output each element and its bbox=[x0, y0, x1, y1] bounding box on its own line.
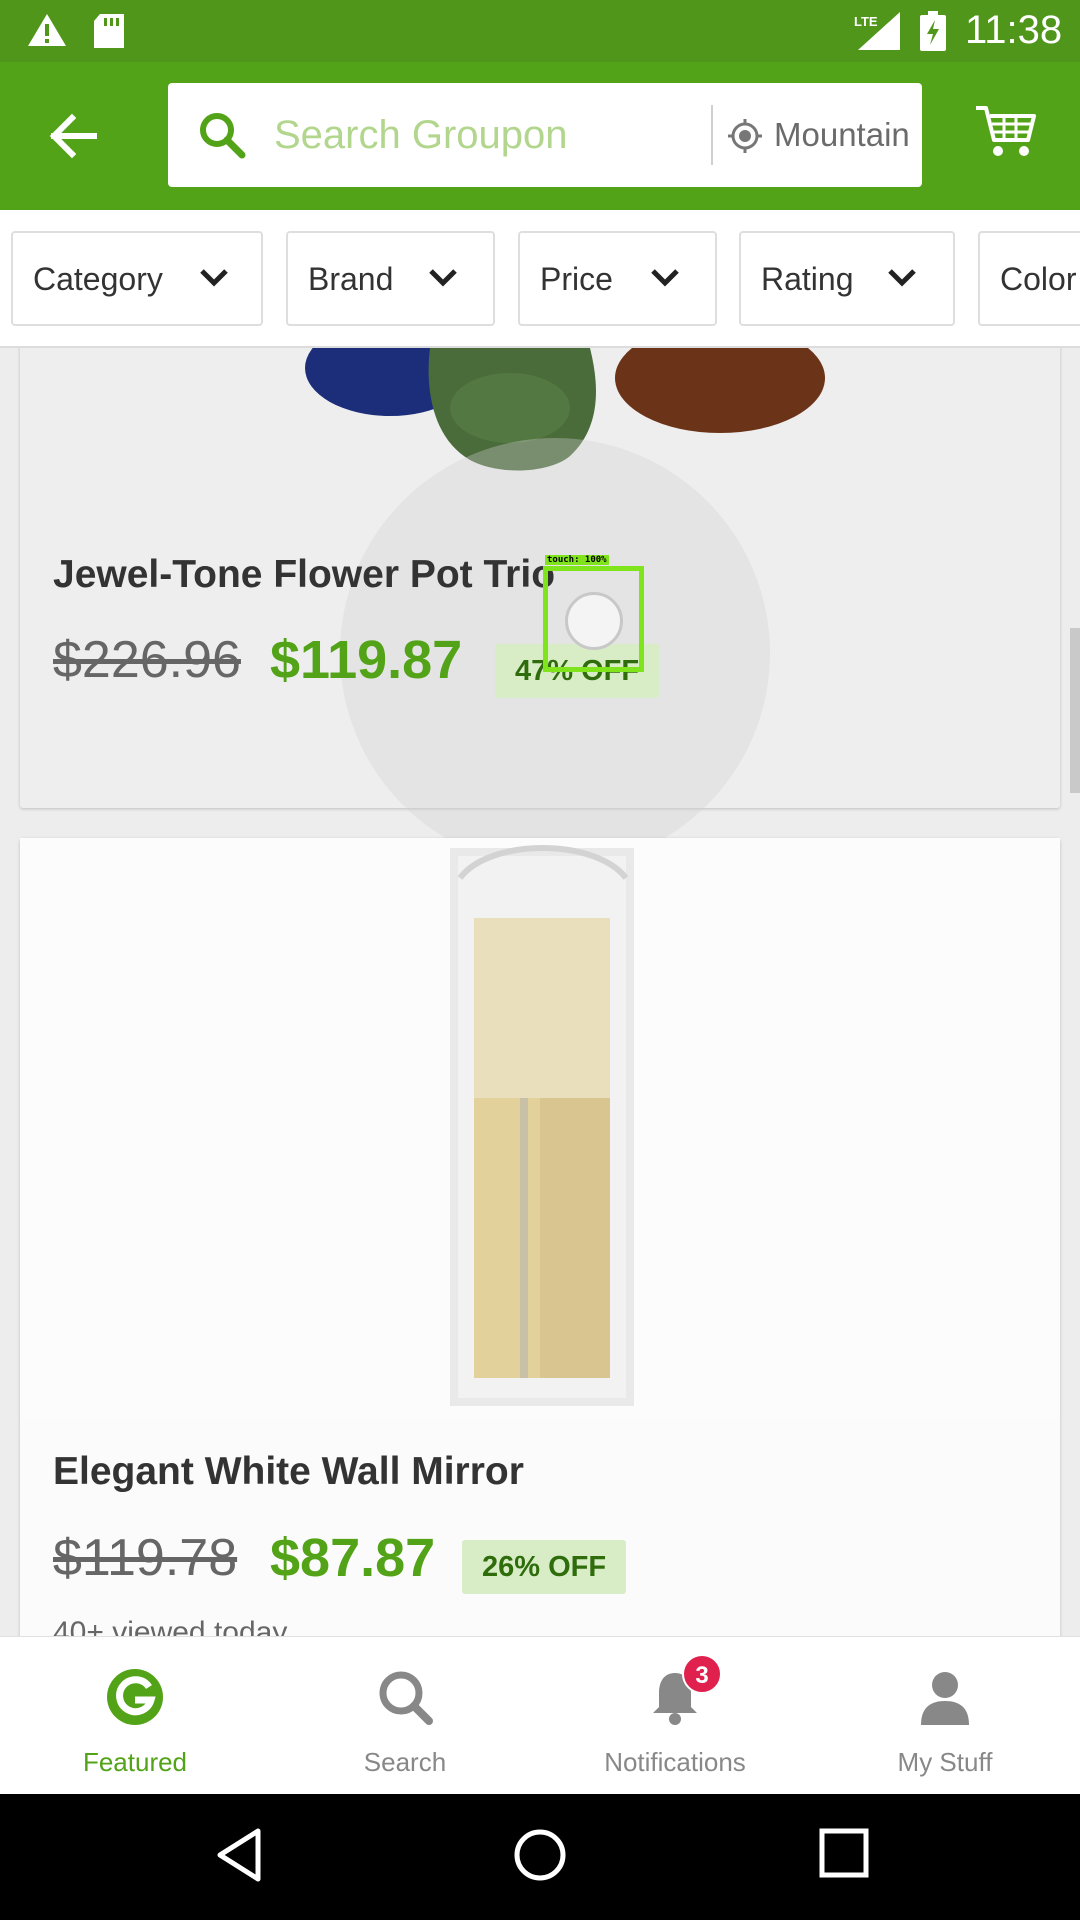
warning-icon bbox=[28, 14, 66, 46]
deal-title: Jewel-Tone Flower Pot Trio bbox=[53, 553, 556, 596]
bottom-nav: Featured Search Notifications My Stuff bbox=[0, 1636, 1080, 1794]
groupon-g-icon bbox=[107, 1669, 163, 1725]
back-triangle-icon[interactable] bbox=[214, 1827, 264, 1883]
filter-bar: Category Brand Price Rating Color bbox=[0, 210, 1080, 348]
filter-label: Price bbox=[540, 261, 613, 297]
search-icon bbox=[379, 1671, 433, 1725]
nav-notifications[interactable]: Notifications bbox=[540, 1637, 810, 1795]
notification-badge: 3 bbox=[682, 1654, 722, 1694]
original-price: $226.96 bbox=[53, 631, 241, 689]
search-placeholder: Search Groupon bbox=[274, 113, 568, 157]
scrollbar[interactable] bbox=[1070, 628, 1080, 793]
location-icon[interactable] bbox=[726, 117, 764, 155]
chevron-down-icon bbox=[888, 269, 916, 287]
filter-category[interactable]: Category bbox=[11, 231, 263, 326]
nav-label: Search bbox=[363, 1747, 447, 1777]
filter-color[interactable]: Color bbox=[978, 231, 1080, 326]
filter-label: Brand bbox=[308, 261, 394, 297]
screen: LTE 11:38 Search Groupon Mountain Catego… bbox=[0, 0, 1080, 1920]
sale-price: $119.87 bbox=[270, 630, 463, 690]
nav-my-stuff[interactable]: My Stuff bbox=[810, 1637, 1080, 1795]
nav-featured[interactable]: Featured bbox=[0, 1637, 270, 1795]
chevron-down-icon bbox=[429, 269, 457, 287]
cart-icon[interactable] bbox=[974, 102, 1038, 160]
svg-text:LTE: LTE bbox=[854, 14, 878, 29]
clock: 11:38 bbox=[965, 8, 1063, 52]
search-input[interactable]: Search Groupon Mountain bbox=[168, 83, 922, 187]
nav-label: Featured bbox=[82, 1747, 188, 1777]
deal-card[interactable]: Jewel-Tone Flower Pot Trio $226.96 $119.… bbox=[20, 348, 1060, 868]
app-bar: Search Groupon Mountain bbox=[0, 62, 1080, 210]
nav-label: My Stuff bbox=[897, 1747, 993, 1777]
recents-square-icon[interactable] bbox=[818, 1827, 870, 1879]
nav-label: Notifications bbox=[604, 1747, 746, 1777]
touch-label: touch: 100% bbox=[545, 555, 609, 565]
filter-price[interactable]: Price bbox=[518, 231, 717, 326]
system-nav-bar bbox=[0, 1794, 1080, 1920]
viewed-count: 40+ viewed today bbox=[53, 1616, 288, 1636]
chevron-down-icon bbox=[200, 269, 228, 287]
arrow-left-icon[interactable] bbox=[44, 106, 104, 166]
touch-point bbox=[565, 592, 623, 650]
original-price: $119.78 bbox=[53, 1529, 238, 1587]
deal-card[interactable]: Elegant White Wall Mirror $119.78 $87.87… bbox=[20, 838, 1060, 1636]
search-divider bbox=[711, 105, 713, 165]
search-icon bbox=[200, 113, 246, 159]
signal-icon: LTE bbox=[854, 12, 900, 50]
deal-list[interactable]: Jewel-Tone Flower Pot Trio $226.96 $119.… bbox=[0, 348, 1080, 1636]
sale-price: $87.87 bbox=[270, 1528, 436, 1588]
nav-search[interactable]: Search bbox=[270, 1637, 540, 1795]
filter-label: Category bbox=[33, 261, 163, 297]
product-image bbox=[20, 838, 1060, 1418]
home-circle-icon[interactable] bbox=[512, 1827, 568, 1883]
location-text[interactable]: Mountain bbox=[774, 116, 914, 154]
person-icon bbox=[921, 1672, 969, 1725]
discount-badge: 26% OFF bbox=[462, 1540, 627, 1594]
filter-brand[interactable]: Brand bbox=[286, 231, 495, 326]
battery-charging-icon bbox=[920, 11, 946, 51]
filter-rating[interactable]: Rating bbox=[739, 231, 955, 326]
chevron-down-icon bbox=[651, 269, 679, 287]
sd-card-icon bbox=[94, 14, 124, 48]
filter-label: Rating bbox=[761, 261, 854, 297]
status-bar: LTE 11:38 bbox=[0, 0, 1080, 62]
deal-title: Elegant White Wall Mirror bbox=[53, 1450, 524, 1493]
filter-label: Color bbox=[1000, 261, 1077, 297]
